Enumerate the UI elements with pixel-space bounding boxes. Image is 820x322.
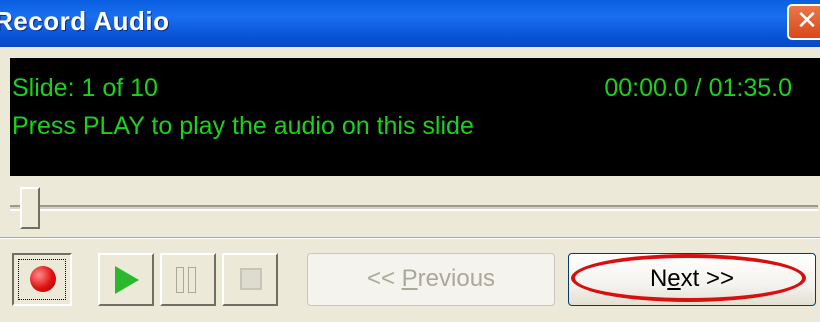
next-prefix: N <box>649 265 668 292</box>
window-title: Record Audio <box>0 6 170 36</box>
close-icon: ✕ <box>796 6 818 36</box>
play-button[interactable] <box>98 253 154 306</box>
record-button[interactable] <box>12 253 72 306</box>
status-display: Slide: 1 of 10 00:00.0 / 01:35.0 Press P… <box>10 58 820 176</box>
title-bar: Record Audio ✕ <box>0 0 820 47</box>
seek-slider-thumb[interactable] <box>20 187 40 229</box>
next-button[interactable]: Next >> <box>568 253 816 306</box>
pause-button[interactable] <box>160 253 216 306</box>
instruction-message: Press PLAY to play the audio on this sli… <box>12 112 474 140</box>
previous-rest: revious <box>417 265 496 292</box>
stop-button[interactable] <box>222 253 278 306</box>
separator <box>0 237 820 239</box>
time-readout: 00:00.0 / 01:35.0 <box>604 74 792 102</box>
pause-bar-right <box>188 267 196 293</box>
next-rest: xt >> <box>680 265 735 292</box>
next-accelerator: e <box>667 265 681 292</box>
stop-icon <box>240 268 262 290</box>
play-icon <box>115 266 139 294</box>
previous-accelerator: P <box>401 265 418 292</box>
close-button[interactable]: ✕ <box>787 4 820 40</box>
previous-button[interactable]: << Previous <box>307 253 555 306</box>
previous-prefix: << <box>366 265 402 292</box>
seek-slider-track[interactable] <box>10 205 818 211</box>
record-icon <box>30 266 56 292</box>
pause-bar-left <box>176 267 184 293</box>
slide-counter: Slide: 1 of 10 <box>12 74 158 102</box>
